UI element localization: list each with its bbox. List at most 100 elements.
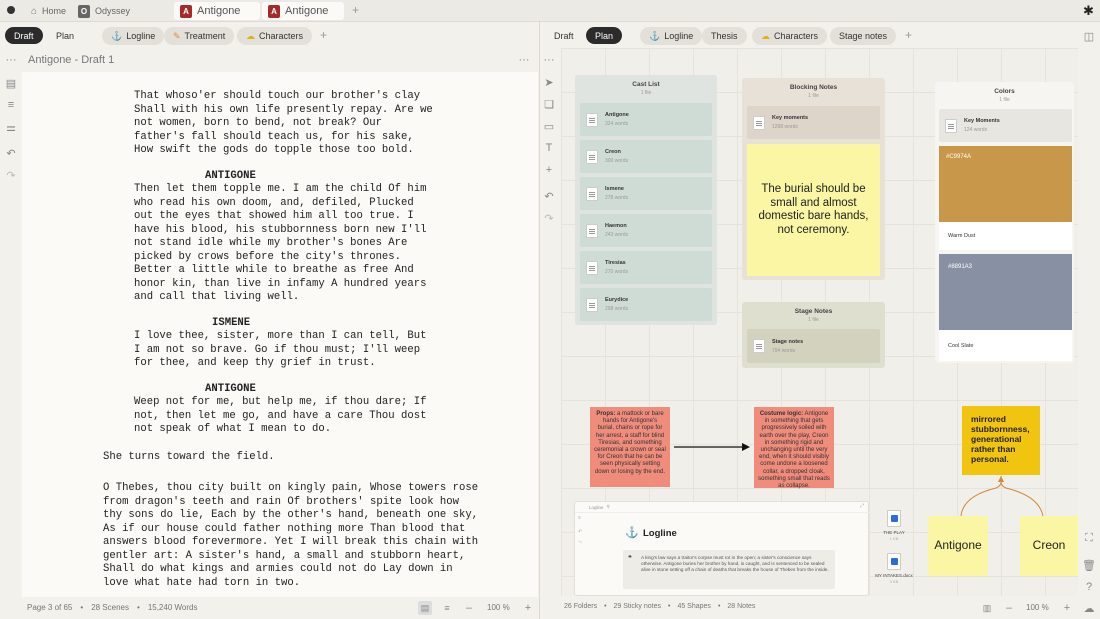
character-name[interactable]: ANTIGONE xyxy=(205,170,256,184)
document-icon xyxy=(586,186,598,201)
document-icon xyxy=(586,112,598,127)
tab-odyssey[interactable]: O Odyssey xyxy=(72,2,136,20)
left-tab-logline[interactable]: ⚓ Logline xyxy=(102,27,165,45)
color-swatch-card[interactable]: #8891A3 Cool Slate xyxy=(939,254,1072,361)
map-icon[interactable]: ▥ xyxy=(980,601,994,615)
sliders-icon[interactable]: ⚌ xyxy=(4,120,18,134)
sticky-note[interactable]: The burial should be small and almost do… xyxy=(747,144,880,276)
window-control-icon[interactable] xyxy=(7,6,15,14)
add-tool-icon[interactable]: + xyxy=(542,163,556,177)
logline-embed[interactable]: Logline ⚲ ⤢ ≡ ↶ ↷ ⚓ Logline ❝ A king's la… xyxy=(574,501,870,596)
undo-icon[interactable]: ↶ xyxy=(4,146,18,160)
left-tab-treatment[interactable]: ✎ Treatment xyxy=(164,27,235,45)
cloud-sync-icon[interactable]: ☁ xyxy=(1082,601,1096,615)
right-draft-button[interactable]: Draft xyxy=(545,27,583,44)
trash-icon[interactable]: 🗑 xyxy=(1082,558,1096,572)
left-add-tab-button[interactable]: + xyxy=(320,28,327,42)
document-icon xyxy=(753,115,765,130)
character-name[interactable]: ANTIGONE xyxy=(205,383,256,397)
action-block[interactable]: O Thebes, thou city built on kingly pain… xyxy=(103,482,478,590)
stage-notes-panel[interactable]: Stage Notes 1 file Stage notes 794 words xyxy=(742,302,885,368)
costume-sticky-note[interactable]: Costume logic: Antigone in something tha… xyxy=(754,407,834,489)
cast-card[interactable]: Haemon 243 words xyxy=(580,214,712,247)
antigone-sticky-note[interactable]: Antigone xyxy=(928,516,988,576)
left-draft-button[interactable]: Draft xyxy=(5,27,43,44)
note-card[interactable]: Stage notes 794 words xyxy=(747,329,880,363)
file-the-play[interactable]: THE PLAY 1 KB xyxy=(879,510,909,541)
more-icon[interactable]: ··· xyxy=(517,53,531,67)
left-tab-characters[interactable]: ☁ Characters xyxy=(237,27,313,45)
zoom-in-button[interactable]: + xyxy=(1060,601,1074,615)
dialogue-block[interactable]: Weep not for me, but help me, if thou da… xyxy=(134,396,426,437)
cast-card[interactable]: Tiresias 270 words xyxy=(580,251,712,284)
tab-antigone-left[interactable]: A Antigone xyxy=(174,2,260,20)
undo-icon[interactable]: ↶ xyxy=(542,189,556,203)
script-editor[interactable]: That whoso'er should touch our brother's… xyxy=(22,72,538,597)
card-name: Key Moments xyxy=(964,118,1000,124)
card-name: Key moments xyxy=(772,115,809,121)
right-tab-thesis[interactable]: Thesis xyxy=(702,27,747,45)
cast-card[interactable]: Ismene 278 words xyxy=(580,177,712,210)
new-tab-button[interactable]: + xyxy=(352,3,359,17)
list-icon[interactable]: ≡ xyxy=(4,98,18,112)
cast-card[interactable]: Eurydice 298 words xyxy=(580,288,712,321)
dialogue-block[interactable]: That whoso'er should touch our brother's… xyxy=(134,90,433,158)
pointer-icon[interactable]: ➤ xyxy=(542,75,556,89)
dialogue-block[interactable]: Then let them topple me. I am the child … xyxy=(134,183,426,305)
zoom-out-button[interactable]: – xyxy=(1002,601,1016,615)
connector-arrow[interactable] xyxy=(672,440,752,454)
redo-icon[interactable]: ↷ xyxy=(542,211,556,225)
fit-screen-icon[interactable]: ⛶ xyxy=(1082,531,1096,545)
tab-home[interactable]: ⌂ Home xyxy=(25,2,72,20)
right-tab-characters[interactable]: ☁ Characters xyxy=(752,27,828,45)
right-tab-logline[interactable]: ⚓ Logline xyxy=(640,27,703,45)
page-view-icon[interactable]: ▤ xyxy=(418,601,432,615)
help-icon[interactable]: ? xyxy=(1082,580,1096,594)
embed-more-icon[interactable]: ≡ xyxy=(578,515,581,521)
note-tool-icon[interactable]: ❏ xyxy=(542,97,556,111)
embed-redo-icon[interactable]: ↷ xyxy=(578,540,582,546)
text-tool-icon[interactable]: T xyxy=(542,141,556,155)
action-block[interactable]: She turns toward the field. xyxy=(103,451,275,465)
colors-panel[interactable]: Colors 1 file Key Moments 124 words #C997… xyxy=(935,82,1074,363)
right-add-tab-button[interactable]: + xyxy=(905,28,912,42)
sidebar-toggle-icon[interactable]: ◫ xyxy=(1082,29,1096,43)
embed-header: Logline ⚲ xyxy=(575,502,870,513)
zoom-out-button[interactable]: – xyxy=(462,601,476,615)
note-card[interactable]: Key Moments 124 words xyxy=(939,109,1072,142)
character-name[interactable]: ISMENE xyxy=(212,317,250,331)
plan-canvas[interactable]: Cast List 1 file Antigone 324 words Creon… xyxy=(561,48,1078,596)
theme-sticky-note[interactable]: mirrored stubbornness, generational rath… xyxy=(962,406,1040,475)
card-name: Ismene xyxy=(605,186,624,192)
tab-antigone-right[interactable]: A Antigone xyxy=(262,2,344,20)
redo-icon[interactable]: ↷ xyxy=(4,168,18,182)
list-view-icon[interactable]: ≡ xyxy=(440,601,454,615)
props-sticky-note[interactable]: Props: a mattock or bare hands for Antig… xyxy=(590,407,670,487)
document-icon[interactable]: ▤ xyxy=(4,76,18,90)
note-card[interactable]: Key moments 1298 words xyxy=(747,106,880,139)
card-meta: 243 words xyxy=(605,232,629,238)
zoom-in-button[interactable]: + xyxy=(521,601,535,615)
cast-list-panel[interactable]: Cast List 1 file Antigone 324 words Creon… xyxy=(575,75,717,325)
right-tab-stage-notes[interactable]: Stage notes xyxy=(830,27,897,45)
quote-icon: ❝ xyxy=(628,555,632,562)
sparkle-icon[interactable]: ✱ xyxy=(1083,3,1094,19)
file-my-intakes[interactable]: MY INTAKES.docx 3 KB xyxy=(872,553,916,584)
dialogue-block[interactable]: I love thee, sister, more than I can tel… xyxy=(134,330,426,371)
logline-box[interactable]: ❝ A king's law says a traitor's corpse m… xyxy=(623,550,835,589)
left-plan-button[interactable]: Plan xyxy=(47,27,83,44)
pane-divider[interactable] xyxy=(539,22,540,619)
frame-tool-icon[interactable]: ▭ xyxy=(542,119,556,133)
more-icon[interactable]: ··· xyxy=(4,53,18,67)
card-name: Stage notes xyxy=(772,338,804,345)
embed-undo-icon[interactable]: ↶ xyxy=(578,529,582,535)
folder-count: 26 Folders xyxy=(564,603,598,610)
right-plan-button[interactable]: Plan xyxy=(586,27,623,44)
creon-sticky-note[interactable]: Creon xyxy=(1020,516,1078,576)
blocking-notes-panel[interactable]: Blocking Notes 1 file Key moments 1298 wo… xyxy=(742,78,885,280)
expand-icon[interactable]: ⤢ xyxy=(860,503,864,509)
color-swatch-card[interactable]: #C9974A Warm Dust xyxy=(939,146,1072,250)
cast-card[interactable]: Antigone 324 words xyxy=(580,103,712,136)
more-icon[interactable]: ··· xyxy=(542,53,556,67)
cast-card[interactable]: Creon 300 words xyxy=(580,140,712,173)
